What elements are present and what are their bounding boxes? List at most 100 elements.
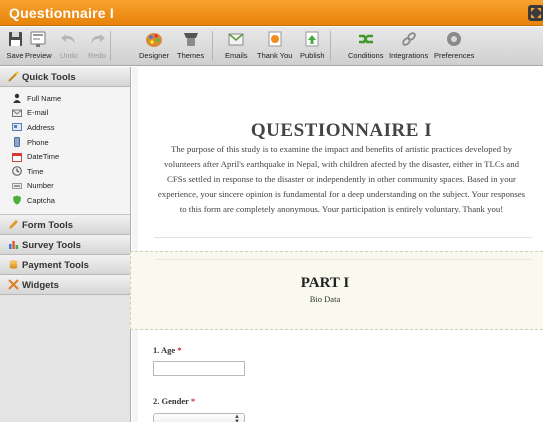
tool-label: Captcha [27, 195, 55, 205]
envelope-icon [12, 109, 22, 117]
clock-icon [12, 166, 22, 177]
calendar-icon [12, 152, 22, 162]
tool-email[interactable]: E-mail [0, 106, 130, 121]
bar-chart-icon [9, 240, 19, 249]
link-icon [401, 32, 416, 46]
tool-label: Number [27, 181, 54, 191]
save-button[interactable]: Save [4, 28, 26, 60]
designer-button[interactable]: Designer [139, 28, 169, 60]
number-icon [12, 182, 22, 189]
tool-label: Phone [27, 137, 49, 147]
widgets-header[interactable]: Widgets [0, 274, 130, 295]
gender-select[interactable]: ▲ ▼ [153, 413, 245, 422]
redo-button[interactable]: Redo [86, 28, 108, 60]
redo-label: Redo [88, 51, 106, 60]
sidebar: Quick Tools Full Name E-mail Address Pho… [0, 67, 131, 422]
shield-icon [13, 195, 21, 205]
form-tools-header[interactable]: Form Tools [0, 214, 130, 235]
preview-button[interactable]: Preview [25, 28, 52, 60]
page-title[interactable]: QUESTIONNAIRE I [158, 120, 525, 142]
tool-number[interactable]: Number [0, 179, 130, 194]
tool-datetime[interactable]: DateTime [0, 149, 130, 164]
wand-icon [8, 71, 19, 82]
preferences-button[interactable]: Preferences [434, 28, 474, 60]
tool-time[interactable]: Time [0, 164, 130, 179]
question-text: 2. Gender [153, 396, 189, 406]
tool-label: Full Name [27, 93, 62, 103]
emails-button[interactable]: Emails [225, 28, 248, 60]
undo-icon [61, 34, 75, 44]
required-asterisk: * [177, 345, 182, 355]
section-subtitle: Bio Data [309, 294, 341, 304]
conditions-button[interactable]: Conditions [348, 28, 383, 60]
widgets-label: Widgets [22, 279, 59, 291]
save-label: Save [6, 51, 24, 60]
thank-you-icon [268, 31, 282, 47]
redo-icon [91, 34, 105, 44]
themes-button[interactable]: Themes [177, 28, 204, 60]
tool-label: Time [27, 166, 44, 176]
tool-label: Address [27, 122, 55, 132]
survey-tools-header[interactable]: Survey Tools [0, 234, 130, 255]
select-arrows-icon: ▲ ▼ [234, 414, 240, 422]
toolbar-separator [110, 31, 111, 61]
tool-address[interactable]: Address [0, 120, 130, 135]
fullscreen-icon[interactable] [528, 5, 543, 21]
integrations-button[interactable]: Integrations [389, 28, 428, 60]
toolbar-separator [212, 31, 213, 61]
form-description[interactable]: The purpose of this study is to examine … [154, 142, 529, 217]
pencil-icon [9, 219, 18, 229]
publish-button[interactable]: Publish [300, 28, 325, 60]
palette-icon [146, 33, 162, 47]
title-bar: Questionnaire I [0, 0, 543, 26]
preview-label: Preview [25, 51, 52, 60]
designer-label: Designer [139, 51, 170, 60]
payment-tools-label: Payment Tools [22, 259, 89, 271]
person-icon [13, 94, 21, 104]
age-input[interactable] [153, 361, 245, 376]
integrations-label: Integrations [389, 51, 429, 60]
toolbar: Save Preview Undo Redo Designer Themes E… [0, 27, 543, 66]
gear-icon [447, 32, 462, 46]
tool-label: E-mail [27, 108, 49, 118]
quick-tools-header[interactable]: Quick Tools [0, 67, 130, 87]
survey-tools-label: Survey Tools [22, 239, 81, 251]
address-card-icon [12, 123, 22, 132]
form-title[interactable]: Questionnaire I [9, 5, 114, 21]
conditions-icon [358, 34, 373, 44]
themes-label: Themes [177, 51, 205, 60]
undo-label: Undo [60, 51, 78, 60]
divider [155, 259, 531, 260]
tool-captcha[interactable]: Captcha [0, 193, 130, 208]
publish-icon [305, 31, 319, 47]
question-age-label: 1. Age * [153, 345, 182, 355]
divider [154, 237, 532, 238]
section-header-part[interactable]: PART I Bio Data [130, 251, 543, 330]
question-text: 1. Age [153, 345, 176, 355]
tool-label: DateTime [27, 152, 60, 162]
undo-button[interactable]: Undo [58, 28, 80, 60]
toolbar-separator [330, 31, 331, 61]
conditions-label: Conditions [348, 51, 384, 60]
thank-you-label: Thank You [257, 51, 293, 60]
preferences-label: Preferences [434, 51, 475, 60]
form-tools-label: Form Tools [22, 219, 74, 231]
required-asterisk: * [190, 396, 196, 406]
phone-icon [14, 137, 20, 148]
themes-icon [183, 33, 198, 46]
tool-phone[interactable]: Phone [0, 135, 130, 150]
tool-full-name[interactable]: Full Name [0, 91, 130, 106]
coins-icon [9, 259, 18, 269]
envelope-icon [228, 33, 244, 46]
section-title: PART I [300, 275, 350, 291]
payment-tools-header[interactable]: Payment Tools [0, 254, 130, 275]
quick-tools-label: Quick Tools [22, 72, 76, 83]
emails-label: Emails [225, 51, 248, 60]
floppy-disk-icon [9, 32, 22, 46]
question-gender-label: 2. Gender * [153, 396, 195, 406]
quick-tools-list: Full Name E-mail Address Phone DateTime … [0, 87, 130, 215]
preview-icon [30, 31, 46, 47]
publish-label: Publish [300, 51, 325, 60]
puzzle-icon [8, 278, 19, 290]
thank-you-button[interactable]: Thank You [257, 28, 292, 60]
